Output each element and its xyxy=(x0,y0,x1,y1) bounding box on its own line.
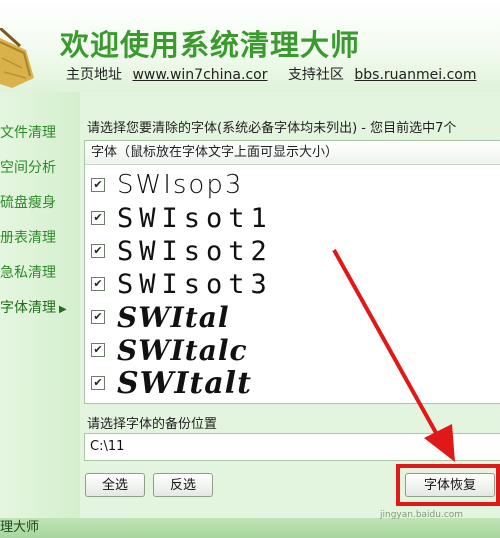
sidebar-item-label: 空间分析 xyxy=(0,160,56,176)
home-link[interactable]: www.win7china.cor xyxy=(132,67,267,83)
status-text: 理大师 xyxy=(0,520,40,535)
font-checkbox[interactable]: ✔ xyxy=(91,211,105,225)
backup-location-prompt: 请选择字体的备份位置 xyxy=(87,417,218,432)
sidebar-item-label: 硫盘瘦身 xyxy=(0,195,56,211)
sidebar-item-privacy-clean[interactable]: 急私清理 xyxy=(0,262,56,282)
list-item[interactable]: ✔ SWIsot3 xyxy=(85,268,500,301)
font-select-prompt: 请选择您要清除的字体(系统必备字体均未列出) - 您目前选中7个 xyxy=(87,121,457,136)
list-item[interactable]: ✔ SWIsop3 xyxy=(85,169,500,202)
font-list-header[interactable]: 字体（鼠标放在字体文字上面可显示大小） xyxy=(85,141,500,165)
sidebar-item-label: 字体清理 xyxy=(0,300,56,316)
font-checkbox[interactable]: ✔ xyxy=(91,244,105,258)
broom-logo-icon xyxy=(0,28,34,88)
font-name: SWItal xyxy=(117,301,230,334)
font-checkbox[interactable]: ✔ xyxy=(91,277,105,291)
list-item[interactable]: ✔ SWItalt xyxy=(85,367,500,400)
sidebar-item-font-clean[interactable]: 字体清理 ▶ xyxy=(0,297,67,317)
list-item[interactable]: ✔ SWItal xyxy=(85,301,500,334)
status-bar: 理大师 xyxy=(0,518,500,538)
font-name: SWIsot2 xyxy=(117,236,273,267)
font-name: SWIsot3 xyxy=(117,269,273,300)
sidebar-item-space-analysis[interactable]: 空间分析 xyxy=(0,157,56,177)
font-name: SWIsot1 xyxy=(117,203,273,234)
highlight-box xyxy=(396,464,500,506)
sidebar-item-label: 册表清理 xyxy=(0,230,56,246)
font-checkbox[interactable]: ✔ xyxy=(91,343,105,357)
list-item[interactable]: ✔ SWItalc xyxy=(85,334,500,367)
font-checkbox[interactable]: ✔ xyxy=(91,310,105,324)
header-links: 主页地址 www.win7china.cor 支持社区 bbs.ruanmei.… xyxy=(66,64,482,84)
backup-path-input[interactable]: C:\11 xyxy=(84,433,500,461)
sidebar-item-disk-slim[interactable]: 硫盘瘦身 xyxy=(0,192,56,212)
invert-selection-button[interactable]: 反选 xyxy=(153,473,213,497)
watermark-text: jingyan.baidu.com xyxy=(380,510,464,520)
font-name: SWItalc xyxy=(117,334,248,367)
font-name: SWIsop3 xyxy=(117,170,244,200)
select-all-button[interactable]: 全选 xyxy=(85,473,145,497)
home-label: 主页地址 xyxy=(66,67,122,83)
font-list[interactable]: 字体（鼠标放在字体文字上面可显示大小） ✔ SWIsop3 ✔ SWIsot1 … xyxy=(84,140,500,404)
font-name: SWItalt xyxy=(117,366,252,401)
font-checkbox[interactable]: ✔ xyxy=(91,178,105,192)
triangle-right-icon: ▶ xyxy=(59,304,67,315)
app-header: 欢迎使用系统清理大师 主页地址 www.win7china.cor 支持社区 b… xyxy=(0,0,500,92)
sidebar-item-label: 文件清理 xyxy=(0,125,56,141)
sidebar-item-label: 急私清理 xyxy=(0,265,56,281)
support-link[interactable]: bbs.ruanmei.com xyxy=(354,67,476,83)
list-item[interactable]: ✔ SWIsot2 xyxy=(85,235,500,268)
support-label: 支持社区 xyxy=(287,67,344,83)
sidebar-item-file-clean[interactable]: 文件清理 xyxy=(0,122,56,142)
font-checkbox[interactable]: ✔ xyxy=(91,376,105,390)
sidebar-item-registry-clean[interactable]: 册表清理 xyxy=(0,227,56,247)
app-title: 欢迎使用系统清理大师 xyxy=(60,28,361,62)
list-item[interactable]: ✔ SWIsot1 xyxy=(85,202,500,235)
